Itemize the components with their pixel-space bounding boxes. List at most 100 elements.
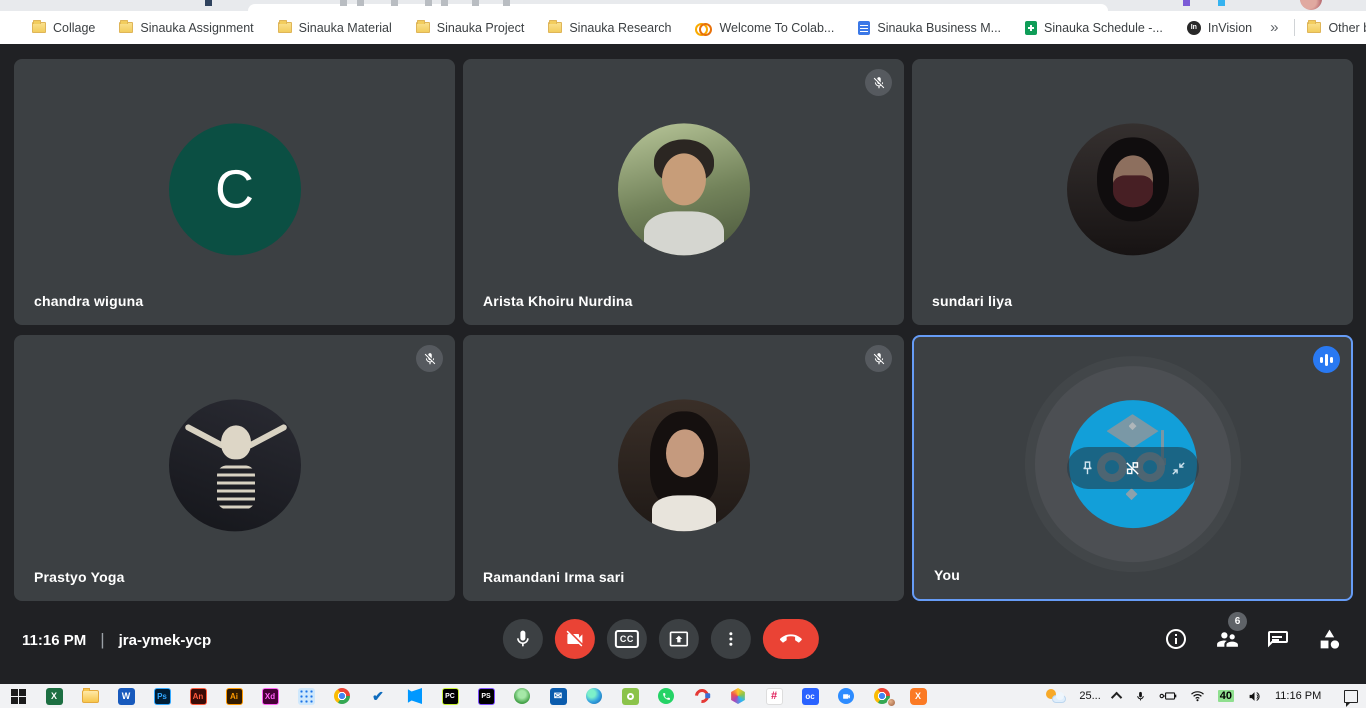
participant-tile-chandra[interactable]: C chandra wiguna	[14, 59, 455, 325]
weather-icon[interactable]	[1046, 688, 1066, 704]
taskbar-chrome[interactable]	[331, 687, 353, 705]
bookmark-sinauka-schedule[interactable]: Sinauka Schedule -...	[1013, 16, 1175, 40]
browser-toolbar-strip	[0, 0, 1366, 11]
microphone-button[interactable]	[503, 619, 543, 659]
taskbar-screen-recorder[interactable]	[619, 687, 641, 705]
bookmark-sinauka-business[interactable]: Sinauka Business M...	[846, 16, 1013, 40]
bookmark-sinauka-assignment[interactable]: Sinauka Assignment	[107, 16, 265, 40]
toolbar-fragment	[357, 0, 364, 6]
taskbar-hexagon-app[interactable]	[727, 687, 749, 705]
captions-button[interactable]: CC	[607, 619, 647, 659]
taskbar-slack[interactable]: #	[763, 687, 785, 705]
bookmark-sinauka-material[interactable]: Sinauka Material	[266, 16, 404, 40]
participants-button[interactable]: 6	[1214, 626, 1240, 652]
participant-name: sundari liya	[932, 293, 1012, 309]
volume-icon[interactable]	[1247, 690, 1262, 703]
bookmark-label: Sinauka Project	[437, 21, 525, 35]
battery-percent-badge[interactable]: 40	[1218, 690, 1234, 702]
extension-icon[interactable]	[1183, 0, 1190, 6]
bookmarks-overflow-chevron[interactable]: »	[1264, 19, 1284, 36]
participant-tile-ramandani[interactable]: Ramandani Irma sari	[463, 335, 904, 601]
bookmark-sinauka-project[interactable]: Sinauka Project	[404, 16, 537, 40]
bookmark-collage[interactable]: Collage	[20, 16, 107, 40]
call-end-icon	[780, 628, 802, 650]
taskbar-xampp[interactable]: X	[907, 687, 929, 705]
bookmark-invision[interactable]: In InVision	[1175, 16, 1264, 40]
chat-button[interactable]	[1265, 626, 1291, 652]
participant-tile-you[interactable]: You	[912, 335, 1353, 601]
meeting-details-button[interactable]	[1163, 626, 1189, 652]
other-bookmarks[interactable]: Other bookmarks	[1305, 16, 1366, 40]
taskbar-chrome-profile[interactable]	[871, 687, 893, 705]
bookmark-sinauka-research[interactable]: Sinauka Research	[536, 16, 683, 40]
taskbar-pycharm[interactable]: PC	[439, 687, 461, 705]
participants-count-badge: 6	[1228, 612, 1247, 631]
tray-mic-icon[interactable]	[1135, 690, 1146, 703]
toolbar-fragment	[340, 0, 347, 6]
camera-off-button[interactable]	[555, 619, 595, 659]
toolbar-fragment	[391, 0, 398, 6]
taskbar-edge[interactable]	[583, 687, 605, 705]
activities-button[interactable]	[1316, 626, 1342, 652]
profile-badge	[887, 698, 896, 707]
chat-icon	[1266, 627, 1290, 651]
taskbar-whatsapp[interactable]	[655, 687, 677, 705]
taskbar-red-swirl-app[interactable]	[691, 687, 713, 705]
taskbar-animate[interactable]: An	[187, 687, 209, 705]
more-options-button[interactable]	[711, 619, 751, 659]
start-button[interactable]	[7, 687, 29, 705]
wifi-icon[interactable]	[1190, 690, 1205, 702]
toolbar-fragment	[425, 0, 432, 6]
info-icon	[1164, 627, 1188, 651]
taskbar-todo-check[interactable]: ✔	[367, 687, 389, 705]
mic-muted-badge	[865, 69, 892, 96]
mic-off-icon	[872, 76, 886, 90]
taskbar-visual-studio[interactable]	[403, 687, 425, 705]
present-button[interactable]	[659, 619, 699, 659]
extension-icon[interactable]	[1218, 0, 1225, 6]
end-call-button[interactable]	[763, 619, 819, 659]
folder-icon	[548, 22, 562, 33]
participant-tile-arista[interactable]: Arista Khoiru Nurdina	[463, 59, 904, 325]
browser-profile-avatar[interactable]	[1300, 0, 1322, 10]
edge-icon	[586, 688, 602, 704]
bookmark-label: Sinauka Business M...	[877, 21, 1001, 35]
participant-name: You	[934, 567, 960, 583]
minimize-icon[interactable]	[1170, 460, 1187, 477]
pin-icon[interactable]	[1079, 460, 1096, 477]
taskbar-illustrator[interactable]: Ai	[223, 687, 245, 705]
taskbar-green-app[interactable]	[511, 687, 533, 705]
tray-chevron-icon[interactable]	[1111, 692, 1122, 703]
taskbar-photoshop[interactable]: Ps	[151, 687, 173, 705]
participant-tile-prastyo[interactable]: Prastyo Yoga	[14, 335, 455, 601]
audio-level-badge[interactable]	[1313, 346, 1340, 373]
avatar: C	[169, 123, 301, 255]
folder-icon	[278, 22, 292, 33]
call-controls: CC	[503, 619, 819, 659]
participant-tile-sundari[interactable]: sundari liya	[912, 59, 1353, 325]
taskbar-excel[interactable]: X	[43, 687, 65, 705]
remove-tile-icon[interactable]	[1124, 460, 1141, 477]
action-center-icon[interactable]	[1344, 690, 1358, 703]
meeting-code: jra-ymek-ycp	[119, 632, 212, 649]
taskbar-adobe-xd[interactable]: Xd	[259, 687, 281, 705]
taskbar-word[interactable]: W	[115, 687, 137, 705]
weather-temp[interactable]: 25...	[1079, 690, 1100, 702]
taskbar-video-call-app[interactable]	[835, 687, 857, 705]
folder-icon	[32, 22, 46, 33]
taskbar-file-explorer[interactable]	[79, 687, 101, 705]
tray-clock[interactable]: 11:16 PM	[1275, 690, 1331, 702]
bookmark-label: Sinauka Schedule -...	[1044, 21, 1163, 35]
tile-hover-actions	[1067, 447, 1199, 489]
audio-level-icon	[1320, 357, 1323, 363]
bookmark-welcome-to-colab[interactable]: Welcome To Colab...	[683, 16, 846, 40]
taskbar-mail[interactable]: ✉	[547, 687, 569, 705]
taskbar-calendar-app[interactable]	[295, 687, 317, 705]
other-bookmarks-label: Other bookmarks	[1328, 21, 1366, 35]
avatar	[618, 399, 750, 531]
taskbar-phpstorm[interactable]: PS	[475, 687, 497, 705]
mic-off-icon	[423, 352, 437, 366]
taskbar-oc-app[interactable]: oc	[799, 687, 821, 705]
battery-charging-icon[interactable]	[1159, 690, 1177, 702]
invision-icon: In	[1187, 21, 1201, 35]
